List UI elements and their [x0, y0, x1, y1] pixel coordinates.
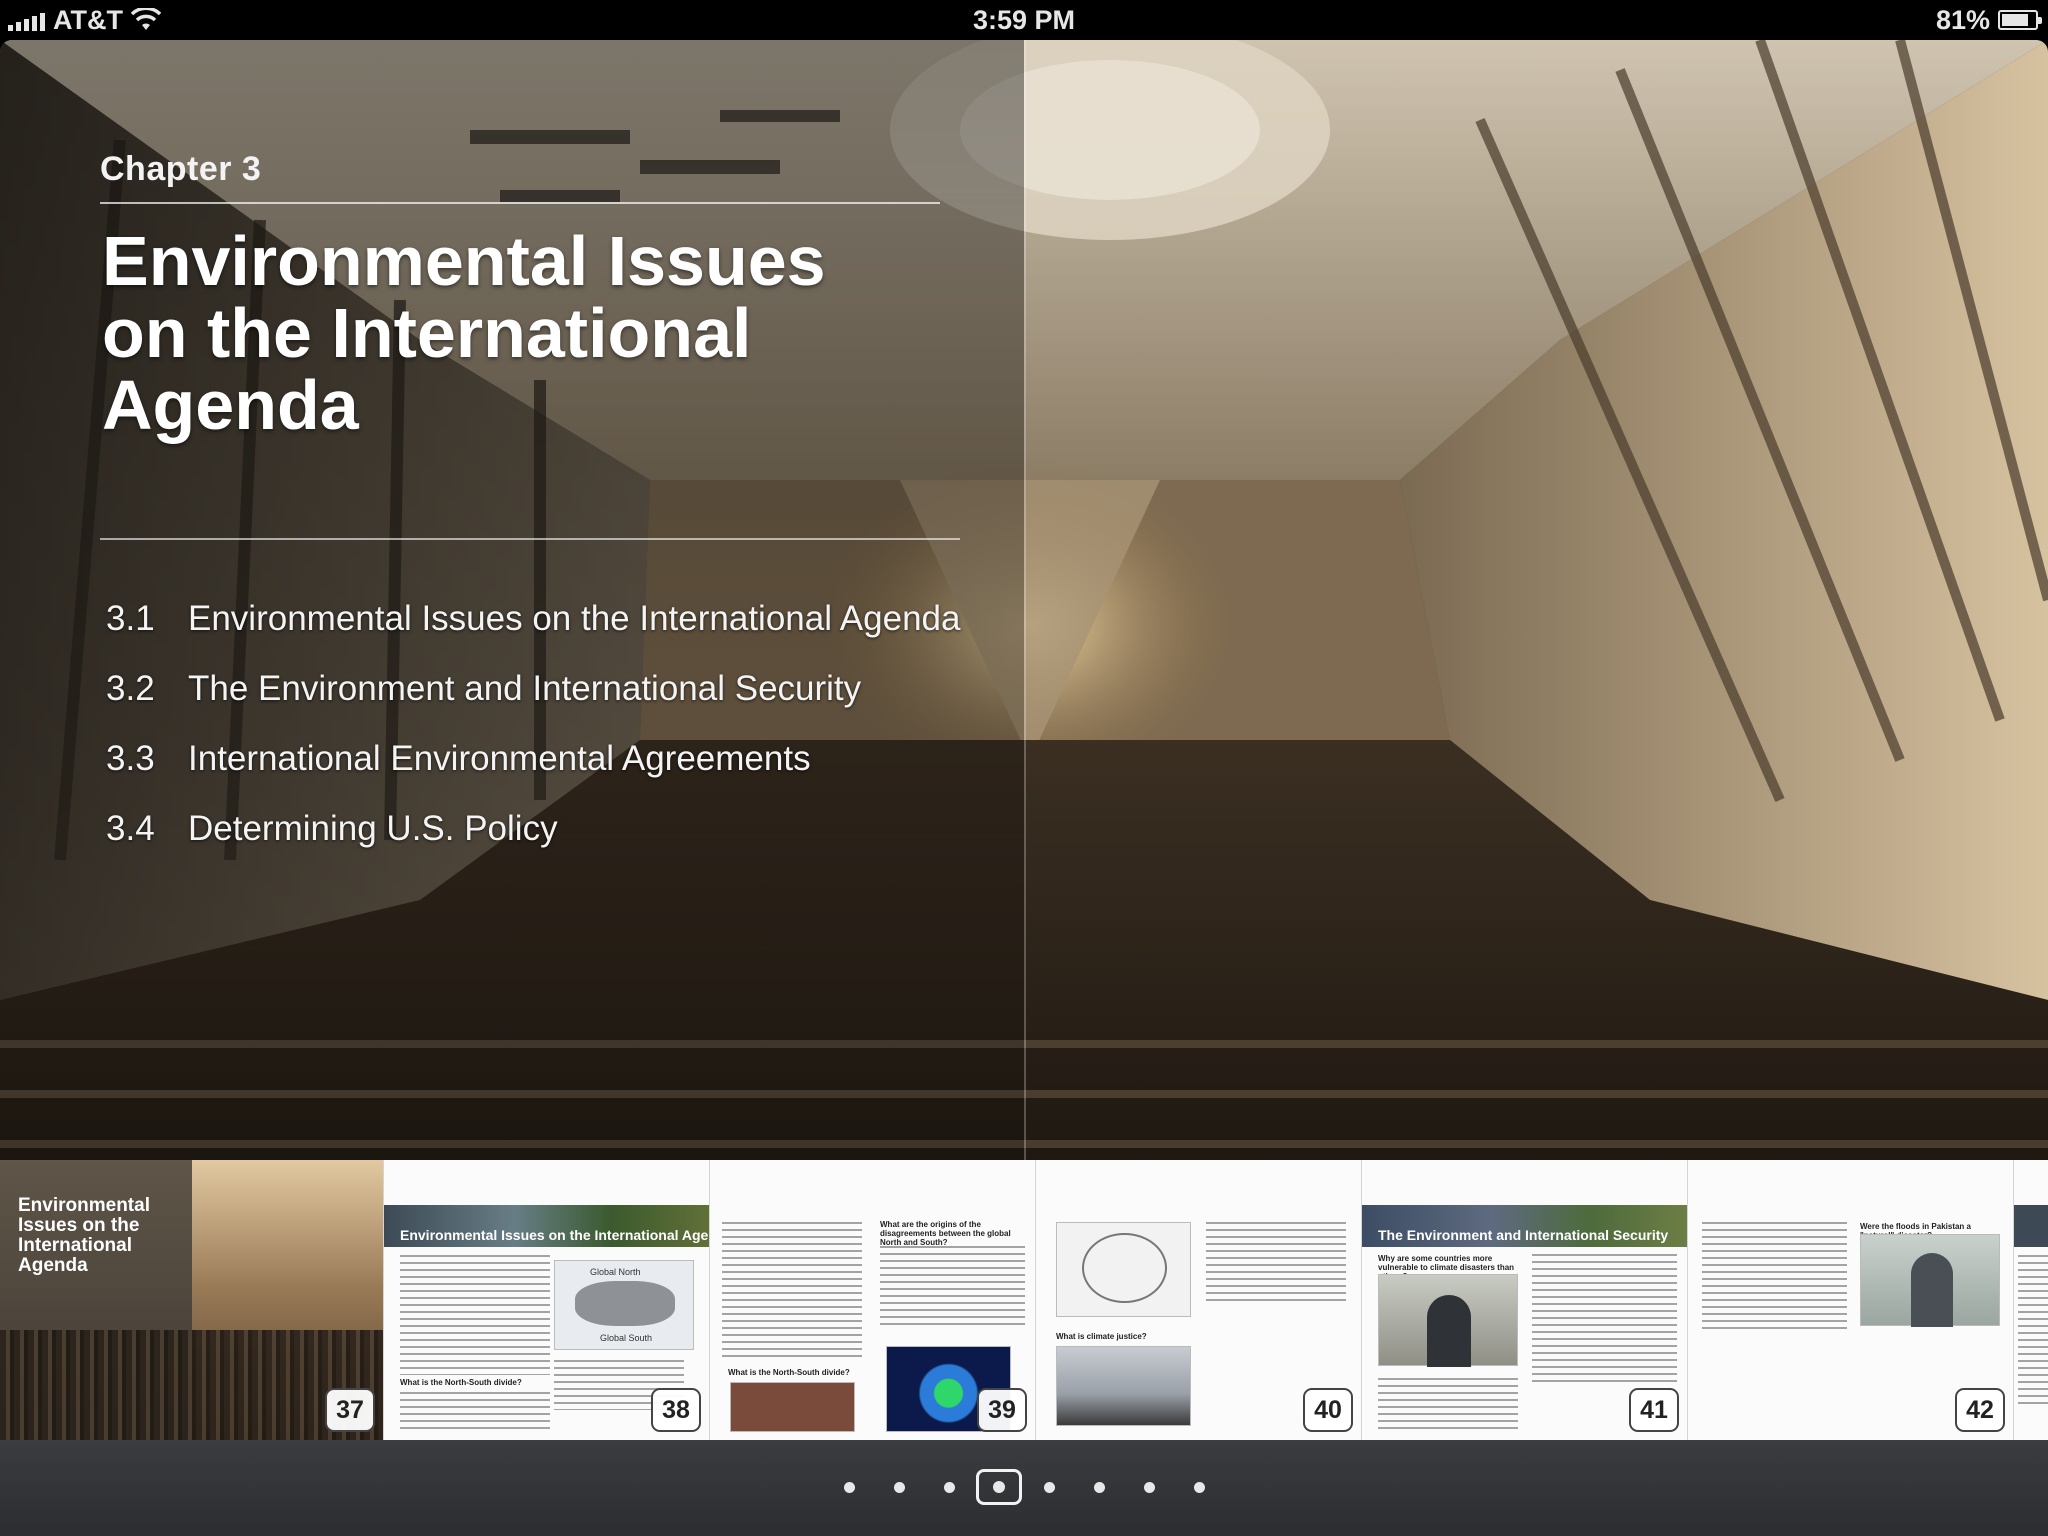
chapter-page-indicator[interactable]	[0, 1467, 2048, 1507]
dot-icon	[1143, 1481, 1155, 1493]
page-thumbnail-42[interactable]: Were the floods in Pakistan a "natural" …	[1688, 1160, 2014, 1440]
page-thumbnail-39[interactable]: What are the origins of the disagreement…	[710, 1160, 1036, 1440]
page-filmstrip[interactable]: Environmental Issues on the Internationa…	[0, 1160, 2048, 1440]
thumbnail-banner: Environmental Issues on the Internationa…	[384, 1205, 709, 1247]
diagram-thumbnail	[1056, 1222, 1191, 1317]
thumbnail-heading: What is the North-South divide?	[400, 1378, 522, 1387]
page-number-badge: 42	[1955, 1388, 2005, 1432]
section-number: 3.3	[106, 739, 155, 778]
dot-icon	[1043, 1481, 1055, 1493]
thumbnail-text	[1532, 1254, 1677, 1384]
dot-icon	[893, 1481, 905, 1493]
thumbnail-title: Environmental Issues on the Internationa…	[18, 1195, 150, 1276]
page-thumbnail-partial[interactable]	[2014, 1160, 2048, 1440]
map-label-south: Global South	[600, 1333, 653, 1343]
thumbnail-text	[880, 1246, 1025, 1326]
section-link-3-3[interactable]: 3.3 International Environmental Agreement…	[106, 737, 1006, 781]
section-number: 3.1	[106, 599, 155, 638]
section-list: 3.1 Environmental Issues on the Internati…	[106, 597, 1006, 877]
thumbnail-banner-title: Environmental Issues on the Internationa…	[400, 1227, 710, 1243]
thumbnail-text	[1378, 1378, 1518, 1430]
thumbnail-heading: What is the North-South divide?	[728, 1368, 850, 1377]
book-spread[interactable]: Chapter 3 Environmental Issues on the In…	[0, 40, 2048, 1202]
dot-icon	[843, 1481, 855, 1493]
battery-icon	[1998, 10, 2042, 30]
page-dot[interactable]	[1124, 1467, 1174, 1507]
page-thumbnail-37[interactable]: Environmental Issues on the Internationa…	[0, 1160, 384, 1440]
section-link-3-4[interactable]: 3.4 Determining U.S. Policy	[106, 807, 1006, 851]
dot-icon	[993, 1481, 1005, 1493]
thumbnail-text	[400, 1392, 550, 1432]
page-dot[interactable]	[1174, 1467, 1224, 1507]
thumbnail-heading: What are the origins of the disagreement…	[880, 1220, 1011, 1247]
page-dot[interactable]	[924, 1467, 974, 1507]
section-link-3-1[interactable]: 3.1 Environmental Issues on the Internati…	[106, 597, 1006, 641]
section-number: 3.2	[106, 669, 155, 708]
thumbnail-text	[1206, 1222, 1346, 1302]
page-number-badge: 38	[651, 1388, 701, 1432]
dot-icon	[1193, 1481, 1205, 1493]
section-title: Determining U.S. Policy	[188, 809, 558, 848]
section-title: The Environment and International Securi…	[188, 669, 862, 708]
page-thumbnail-38[interactable]: Environmental Issues on the Internationa…	[384, 1160, 710, 1440]
clock: 3:59 PM	[972, 5, 1076, 35]
thumbnail-heading: What is climate justice?	[1056, 1332, 1147, 1341]
chapter-label: Chapter 3	[100, 150, 262, 188]
page-dot[interactable]	[976, 1469, 1022, 1505]
page-dot[interactable]	[874, 1467, 924, 1507]
page-number-badge: 41	[1629, 1388, 1679, 1432]
chapter-title: Environmental Issues on the Internationa…	[102, 222, 826, 444]
thumbnail-text	[1702, 1222, 1847, 1332]
section-link-3-2[interactable]: 3.2 The Environment and International Sec…	[106, 667, 1006, 711]
thumbnail-banner-title: The Environment and International Securi…	[1378, 1227, 1669, 1243]
page-dot[interactable]	[824, 1467, 874, 1507]
page-thumbnail-41[interactable]: The Environment and International Securi…	[1362, 1160, 1688, 1440]
thumbnail-text	[722, 1222, 862, 1362]
page-thumbnail-40[interactable]: What is climate justice? 40	[1036, 1160, 1362, 1440]
section-number: 3.4	[106, 809, 155, 848]
page-dot[interactable]	[1024, 1467, 1074, 1507]
section-title: Environmental Issues on the Internationa…	[188, 599, 961, 638]
video-thumbnail	[730, 1382, 855, 1432]
thumbnail-text	[400, 1255, 550, 1375]
page-number-badge: 37	[325, 1388, 375, 1432]
map-label-north: Global North	[590, 1267, 641, 1277]
thumbnail-banner: The Environment and International Securi…	[1362, 1205, 1687, 1247]
dot-icon	[943, 1481, 955, 1493]
divider	[100, 538, 960, 540]
battery-percent: 81%	[1935, 4, 1990, 35]
dot-icon	[1093, 1481, 1105, 1493]
page-number-badge: 40	[1303, 1388, 1353, 1432]
world-map-thumbnail: Global North Global South	[554, 1260, 694, 1350]
speaker-photo-thumbnail	[1378, 1274, 1518, 1367]
page-dot[interactable]	[1074, 1467, 1124, 1507]
section-title: International Environmental Agreements	[188, 739, 811, 778]
status-right: 81%	[1935, 0, 2042, 40]
map-land	[575, 1281, 675, 1326]
page-number-badge: 39	[977, 1388, 1027, 1432]
status-bar: AT&T 3:59 PM 81%	[0, 0, 2048, 40]
page-gutter	[1024, 40, 1026, 1202]
divider	[100, 202, 940, 204]
speaker-photo-thumbnail	[1860, 1234, 2000, 1327]
smokestack-photo-thumbnail	[1056, 1346, 1191, 1426]
